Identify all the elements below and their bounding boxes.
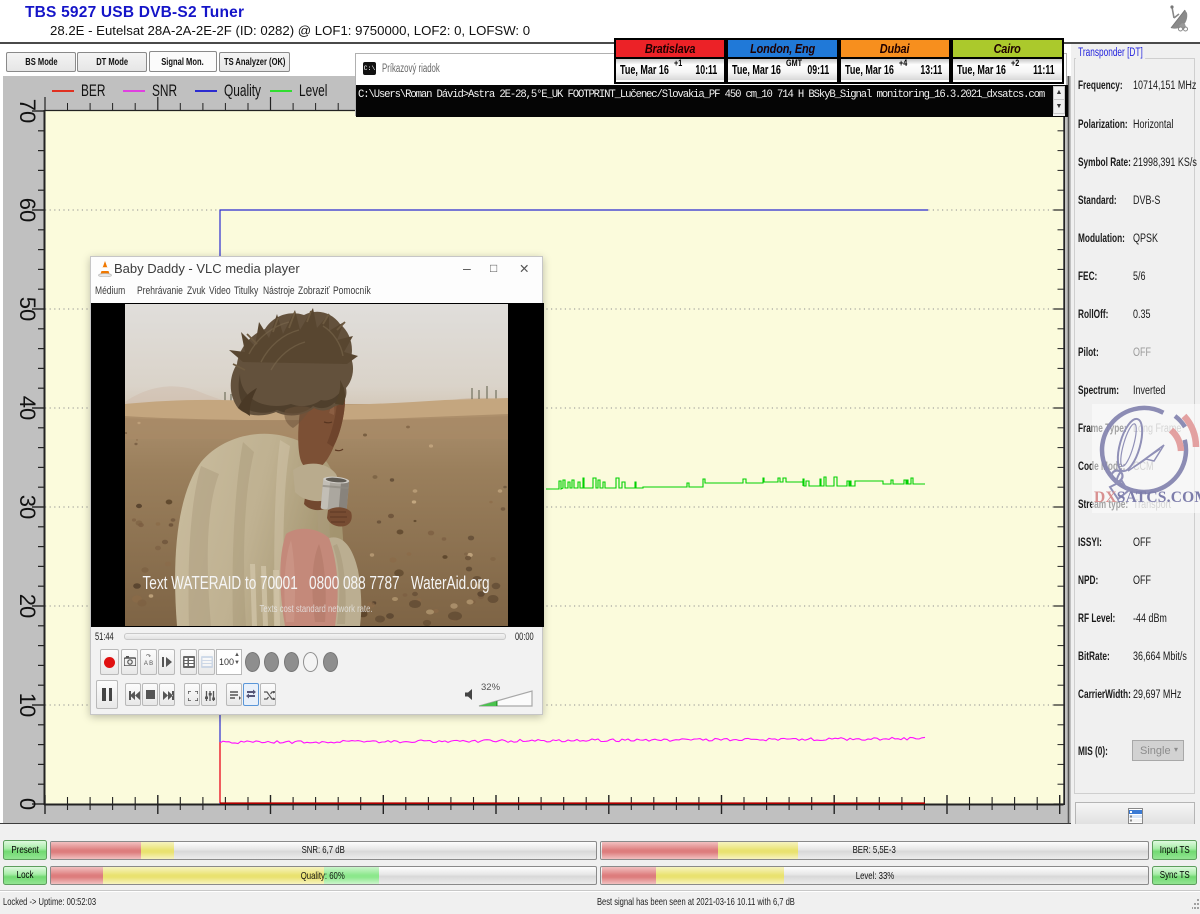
svg-text:Texts cost standard network ra: Texts cost standard network rate. xyxy=(259,603,372,615)
svg-text:Text WATERAID to 70001 0800: Text WATERAID to 70001 0800 088 7787 Wat… xyxy=(142,573,489,593)
